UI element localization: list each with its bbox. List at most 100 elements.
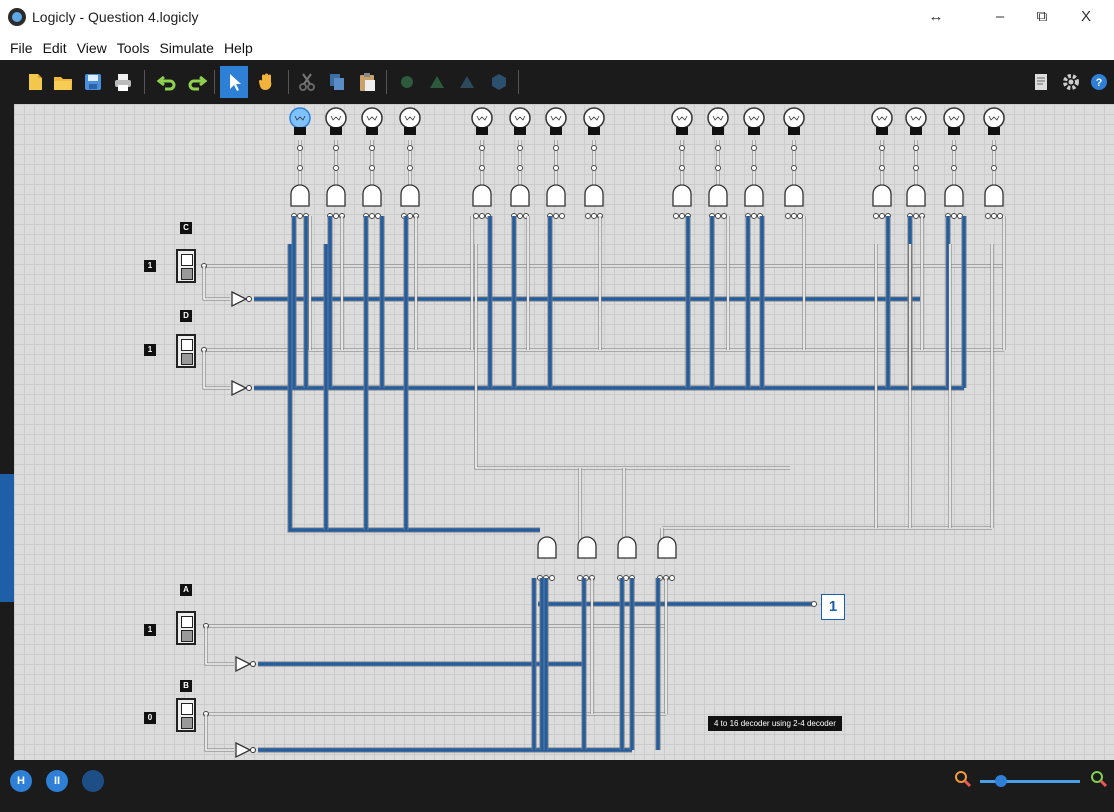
zoom-slider-handle[interactable] — [995, 775, 1007, 787]
align-icon[interactable] — [488, 71, 510, 93]
wire-node — [517, 145, 523, 151]
bulb-base — [330, 127, 342, 135]
restore-button[interactable]: ⧉ — [1022, 4, 1062, 30]
step-button[interactable]: H — [10, 770, 32, 792]
wire-node — [585, 213, 591, 219]
menu-simulate[interactable]: Simulate — [154, 34, 218, 56]
bulb-icon — [905, 107, 927, 129]
undo-icon[interactable] — [156, 71, 178, 93]
help-icon[interactable]: ? — [1088, 71, 1110, 93]
select-arrow-icon[interactable] — [224, 71, 246, 93]
gear-icon[interactable] — [1060, 71, 1082, 93]
and-gate — [944, 184, 964, 207]
zoom-out-icon[interactable] — [954, 770, 972, 788]
not-gate-bubble — [246, 296, 252, 302]
toggle-switch-b[interactable] — [176, 698, 196, 732]
menu-edit[interactable]: Edit — [38, 34, 72, 56]
not-gate — [231, 379, 248, 397]
toggle-switch-d[interactable] — [176, 334, 196, 368]
circuit-note-label[interactable]: 4 to 16 decoder using 2-4 decoder — [708, 716, 842, 731]
wire-node — [811, 601, 817, 607]
toggle-switch-a[interactable] — [176, 611, 196, 645]
wire — [203, 266, 230, 300]
copy-icon[interactable] — [326, 71, 348, 93]
wire-node — [879, 213, 885, 219]
bulb-icon — [983, 107, 1005, 129]
open-folder-icon[interactable] — [52, 71, 74, 93]
wire-node — [297, 145, 303, 151]
wire-node — [913, 165, 919, 171]
logicly-app-icon — [8, 8, 26, 26]
wire-node — [591, 213, 597, 219]
and-gate — [537, 536, 557, 559]
input-label-b: B — [180, 680, 192, 692]
bulb-base — [514, 127, 526, 135]
circuit-diagram — [201, 107, 1006, 759]
bulb-icon — [361, 107, 383, 129]
save-icon[interactable] — [82, 71, 104, 93]
window-title: Logicly - Question 4.logicly — [32, 9, 199, 25]
print-icon[interactable] — [112, 71, 134, 93]
left-side-panel — [0, 104, 14, 760]
output-probe: 1 — [821, 594, 845, 620]
bulb-icon — [871, 107, 893, 129]
input-label-c: C — [180, 222, 192, 234]
redo-icon[interactable] — [186, 71, 208, 93]
input-value-a: 1 — [144, 624, 156, 636]
wire-node — [751, 213, 757, 219]
pan-hand-icon[interactable] — [256, 71, 278, 93]
not-gate — [231, 290, 248, 308]
bulb-base — [910, 127, 922, 135]
not-gate — [235, 741, 252, 759]
wire-node — [333, 145, 339, 151]
wire-outline — [202, 266, 230, 301]
wire-outline — [202, 350, 230, 390]
toolbar-separator — [386, 70, 387, 94]
rotate-icon[interactable] — [396, 71, 418, 93]
wire-outline — [204, 626, 234, 666]
pause-icon[interactable]: II — [46, 770, 68, 792]
resize-arrows-icon[interactable]: ↔ — [916, 4, 956, 30]
menu-view[interactable]: View — [72, 34, 112, 56]
wire-outline — [204, 714, 234, 752]
flip-vertical-icon[interactable] — [456, 71, 478, 93]
zoom-in-icon[interactable] — [1090, 770, 1108, 788]
wire-node — [997, 213, 1003, 219]
minimize-button[interactable]: – — [980, 4, 1020, 30]
close-button[interactable]: X — [1066, 4, 1106, 30]
wire-node — [369, 165, 375, 171]
toggle-switch-c[interactable] — [176, 249, 196, 283]
toolbar-separator — [518, 70, 519, 94]
wire-node — [369, 145, 375, 151]
properties-icon[interactable] — [1030, 71, 1052, 93]
wire-node — [559, 213, 565, 219]
paste-icon[interactable] — [356, 71, 378, 93]
input-value-b: 0 — [144, 712, 156, 724]
wire-node — [591, 145, 597, 151]
wire-node — [407, 165, 413, 171]
wire-node — [985, 213, 991, 219]
wire-node — [479, 145, 485, 151]
wire-node — [369, 213, 375, 219]
not-gate-bubble — [250, 661, 256, 667]
wire-node — [553, 165, 559, 171]
wire-node — [797, 213, 803, 219]
play-icon[interactable] — [82, 770, 104, 792]
menu-tools[interactable]: Tools — [112, 34, 155, 56]
cut-icon[interactable] — [296, 71, 318, 93]
wire — [203, 350, 230, 389]
wire-node — [517, 165, 523, 171]
menu-file[interactable]: File — [0, 34, 38, 56]
flip-horizontal-icon[interactable] — [426, 71, 448, 93]
menu-help[interactable]: Help — [219, 34, 258, 56]
panel-expand-handle[interactable] — [0, 474, 14, 602]
new-file-icon[interactable] — [24, 71, 46, 93]
and-gate — [577, 536, 597, 559]
wire-node — [517, 213, 523, 219]
wire-node — [591, 165, 597, 171]
circuit-canvas[interactable]: C 1 D 1 A 1 B 0 1 4 to 16 decoder using … — [14, 104, 1114, 760]
bulb-icon — [943, 107, 965, 129]
wire-node — [791, 213, 797, 219]
wire — [205, 626, 234, 665]
wire-node — [479, 213, 485, 219]
